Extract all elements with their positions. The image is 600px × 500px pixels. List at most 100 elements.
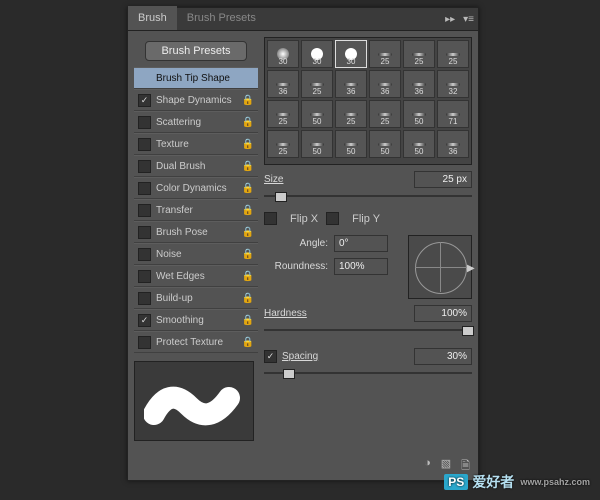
lock-icon[interactable]: 🔒 bbox=[242, 205, 254, 216]
lock-icon[interactable]: 🔒 bbox=[242, 117, 254, 128]
brush-presets-button[interactable]: Brush Presets bbox=[145, 41, 247, 61]
tab-bar: Brush Brush Presets ▸▸ ▾≡ bbox=[128, 8, 478, 31]
brush-thumb[interactable]: 25 bbox=[369, 40, 401, 68]
brush-preview bbox=[134, 361, 254, 441]
menu-icon[interactable]: ▾≡ bbox=[459, 14, 478, 25]
option-label: Noise bbox=[156, 249, 242, 260]
lock-icon[interactable]: 🔒 bbox=[242, 139, 254, 150]
brush-thumb[interactable]: 25 bbox=[335, 100, 367, 128]
right-column: 3030302525253625363636322550252550712550… bbox=[264, 37, 472, 441]
toggle-view-icon[interactable]: ◑ bbox=[424, 457, 431, 476]
option-checkbox[interactable] bbox=[138, 270, 151, 283]
lock-icon[interactable]: 🔒 bbox=[242, 337, 254, 348]
option-label: Wet Edges bbox=[156, 271, 242, 282]
brush-thumb[interactable]: 25 bbox=[267, 100, 299, 128]
option-label: Brush Pose bbox=[156, 227, 242, 238]
roundness-field[interactable] bbox=[334, 258, 388, 275]
lock-icon[interactable]: 🔒 bbox=[242, 249, 254, 260]
brush-thumb[interactable]: 50 bbox=[403, 100, 435, 128]
option-brush-tip-shape[interactable]: Brush Tip Shape bbox=[134, 67, 258, 89]
brush-thumb[interactable]: 36 bbox=[267, 70, 299, 98]
option-label: Build-up bbox=[156, 293, 242, 304]
option-texture[interactable]: Texture🔒 bbox=[134, 133, 258, 155]
option-scattering[interactable]: Scattering🔒 bbox=[134, 111, 258, 133]
lock-icon[interactable]: 🔒 bbox=[242, 183, 254, 194]
angle-field[interactable] bbox=[334, 235, 388, 252]
brush-thumb[interactable]: 71 bbox=[437, 100, 469, 128]
brush-thumb[interactable]: 36 bbox=[335, 70, 367, 98]
option-label: Shape Dynamics bbox=[156, 95, 242, 106]
brush-thumb[interactable]: 30 bbox=[335, 40, 367, 68]
lock-icon[interactable]: 🔒 bbox=[242, 271, 254, 282]
option-checkbox[interactable] bbox=[138, 292, 151, 305]
option-smoothing[interactable]: ✓ Smoothing🔒 bbox=[134, 309, 258, 331]
brush-thumb[interactable]: 25 bbox=[267, 130, 299, 158]
watermark: PS 爱好者 www.psahz.com bbox=[444, 472, 590, 492]
option-checkbox[interactable]: ✓ bbox=[138, 94, 151, 107]
option-checkbox[interactable] bbox=[138, 226, 151, 239]
option-label: Transfer bbox=[156, 205, 242, 216]
option-noise[interactable]: Noise🔒 bbox=[134, 243, 258, 265]
spacing-checkbox[interactable]: ✓ bbox=[264, 350, 277, 363]
brush-thumbnails[interactable]: 3030302525253625363636322550252550712550… bbox=[264, 37, 472, 165]
lock-icon[interactable]: 🔒 bbox=[242, 293, 254, 304]
option-checkbox[interactable] bbox=[138, 204, 151, 217]
lock-icon[interactable]: 🔒 bbox=[242, 227, 254, 238]
brush-thumb[interactable]: 32 bbox=[437, 70, 469, 98]
option-label: Brush Tip Shape bbox=[156, 73, 254, 84]
option-label: Scattering bbox=[156, 117, 242, 128]
brush-thumb[interactable]: 36 bbox=[369, 70, 401, 98]
spacing-value[interactable]: 30% bbox=[414, 348, 472, 365]
option-checkbox[interactable] bbox=[138, 138, 151, 151]
lock-icon[interactable]: 🔒 bbox=[242, 315, 254, 326]
brush-thumb[interactable]: 50 bbox=[369, 130, 401, 158]
option-checkbox[interactable] bbox=[138, 336, 151, 349]
option-checkbox[interactable] bbox=[138, 116, 151, 129]
angle-label: Angle: bbox=[264, 238, 328, 249]
flip-x-label: Flip X bbox=[290, 213, 318, 225]
hardness-slider[interactable] bbox=[264, 324, 472, 336]
angle-dial[interactable]: ▶ bbox=[408, 235, 472, 299]
spacing-slider[interactable] bbox=[264, 367, 472, 379]
option-label: Protect Texture bbox=[156, 337, 242, 348]
tab-brush[interactable]: Brush bbox=[128, 6, 177, 30]
brush-thumb[interactable]: 50 bbox=[335, 130, 367, 158]
flip-y-checkbox[interactable] bbox=[326, 212, 339, 225]
brush-thumb[interactable]: 50 bbox=[301, 130, 333, 158]
brush-thumb[interactable]: 36 bbox=[403, 70, 435, 98]
option-color-dynamics[interactable]: Color Dynamics🔒 bbox=[134, 177, 258, 199]
option-checkbox[interactable] bbox=[138, 248, 151, 261]
option-brush-pose[interactable]: Brush Pose🔒 bbox=[134, 221, 258, 243]
option-wet-edges[interactable]: Wet Edges🔒 bbox=[134, 265, 258, 287]
brush-thumb[interactable]: 30 bbox=[301, 40, 333, 68]
option-shape-dynamics[interactable]: ✓ Shape Dynamics🔒 bbox=[134, 89, 258, 111]
brush-panel: Brush Brush Presets ▸▸ ▾≡ Brush Presets … bbox=[127, 7, 479, 481]
brush-thumb[interactable]: 50 bbox=[403, 130, 435, 158]
option-checkbox[interactable] bbox=[138, 182, 151, 195]
expand-icon[interactable]: ▸▸ bbox=[441, 14, 459, 25]
size-value[interactable]: 25 px bbox=[414, 171, 472, 188]
flip-x-checkbox[interactable] bbox=[264, 212, 277, 225]
option-build-up[interactable]: Build-up🔒 bbox=[134, 287, 258, 309]
option-checkbox[interactable]: ✓ bbox=[138, 314, 151, 327]
brush-thumb[interactable]: 30 bbox=[267, 40, 299, 68]
size-slider[interactable] bbox=[264, 190, 472, 202]
option-label: Dual Brush bbox=[156, 161, 242, 172]
option-label: Smoothing bbox=[156, 315, 242, 326]
option-dual-brush[interactable]: Dual Brush🔒 bbox=[134, 155, 258, 177]
option-checkbox[interactable] bbox=[138, 160, 151, 173]
brush-thumb[interactable]: 25 bbox=[301, 70, 333, 98]
lock-icon[interactable]: 🔒 bbox=[242, 161, 254, 172]
brush-thumb[interactable]: 50 bbox=[301, 100, 333, 128]
roundness-label: Roundness: bbox=[264, 261, 328, 272]
brush-thumb[interactable]: 25 bbox=[437, 40, 469, 68]
lock-icon[interactable]: 🔒 bbox=[242, 95, 254, 106]
brush-thumb[interactable]: 25 bbox=[403, 40, 435, 68]
brush-thumb[interactable]: 25 bbox=[369, 100, 401, 128]
hardness-value[interactable]: 100% bbox=[414, 305, 472, 322]
option-protect-texture[interactable]: Protect Texture🔒 bbox=[134, 331, 258, 353]
option-transfer[interactable]: Transfer🔒 bbox=[134, 199, 258, 221]
brush-thumb[interactable]: 36 bbox=[437, 130, 469, 158]
tab-brush-presets[interactable]: Brush Presets bbox=[177, 8, 266, 30]
size-label: Size bbox=[264, 174, 414, 185]
